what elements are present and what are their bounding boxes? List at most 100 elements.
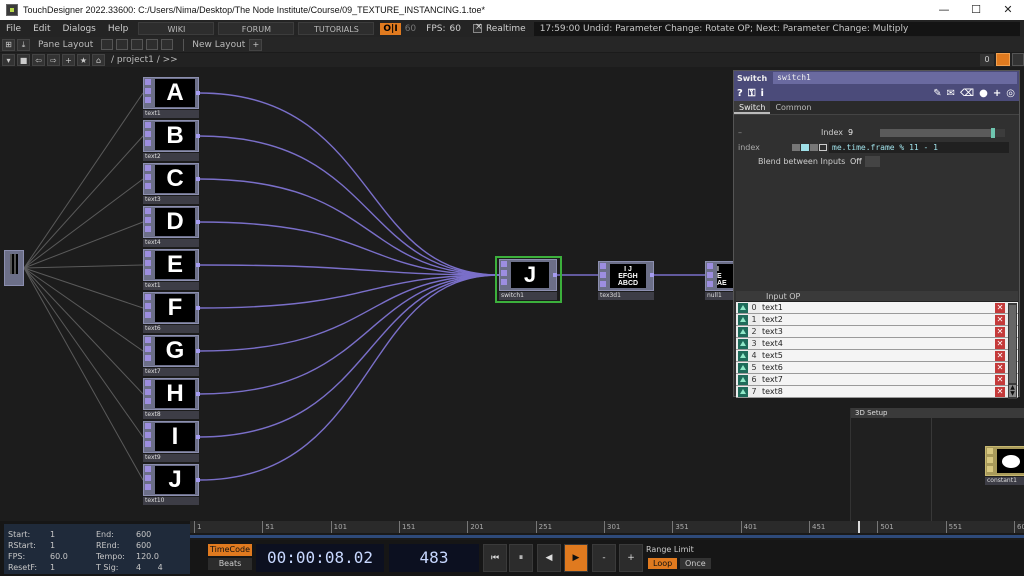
menu-dialogs[interactable]: Dialogs [57, 24, 102, 34]
wire[interactable] [198, 178, 500, 276]
comment-icon[interactable]: ✉ [947, 88, 955, 99]
input-op-field[interactable]: text8 [760, 386, 995, 397]
wire[interactable] [23, 178, 144, 269]
start-value[interactable]: 1 [50, 529, 68, 540]
delete-icon[interactable]: ✕ [995, 302, 1005, 313]
forward-icon[interactable]: ⇨ [47, 54, 60, 66]
timecode-display[interactable]: 00:00:08.02 [256, 544, 384, 572]
wire[interactable] [198, 135, 500, 276]
step-back-button[interactable]: - [592, 544, 616, 572]
grid-view-button[interactable] [1012, 53, 1024, 66]
layout-preset-3[interactable] [131, 39, 144, 50]
add-param-icon[interactable]: + [993, 88, 1001, 99]
tsig-denominator[interactable]: 4 [158, 563, 163, 572]
bookmark-icon[interactable]: ★ [77, 54, 90, 66]
output-connector[interactable] [196, 220, 200, 224]
input-op-field[interactable]: text3 [760, 326, 995, 337]
stop-icon[interactable]: ■ [17, 54, 30, 66]
perform-mode-button[interactable]: O|I [380, 22, 401, 35]
pane-type-icon[interactable]: ▾ [2, 54, 15, 66]
wire[interactable] [23, 264, 144, 269]
help-icon[interactable]: ? [737, 88, 743, 99]
move-up-icon[interactable] [738, 338, 748, 349]
tutorials-button[interactable]: TUTORIALS [298, 22, 375, 35]
delete-icon[interactable]: ✕ [995, 374, 1005, 385]
delete-icon[interactable]: ✕ [995, 314, 1005, 325]
playhead[interactable] [858, 521, 860, 533]
wire[interactable] [23, 267, 144, 352]
input-op-field[interactable]: text4 [760, 338, 995, 349]
wire[interactable] [23, 267, 144, 395]
wire[interactable] [198, 274, 500, 395]
input-op-row[interactable]: 6 text7 ✕ [736, 374, 1018, 386]
move-up-icon[interactable] [738, 302, 748, 313]
input-op-field[interactable]: text6 [760, 362, 995, 373]
menu-help[interactable]: Help [102, 24, 135, 34]
op-name-field[interactable]: switch1 [773, 72, 1017, 84]
clear-icon[interactable]: ⌫ [960, 88, 974, 99]
frame-display[interactable]: 483 [389, 544, 479, 572]
rstart-value[interactable]: 1 [50, 540, 68, 551]
input-list-scrollbar[interactable]: ▲ ▼ [1008, 303, 1017, 399]
network-view-button[interactable] [996, 53, 1010, 66]
expr-bind-icon[interactable] [810, 144, 818, 151]
output-connector[interactable] [196, 134, 200, 138]
fps-value[interactable]: 60.0 [50, 551, 68, 562]
expr-python-icon[interactable] [801, 144, 809, 151]
input-op-field[interactable]: text1 [760, 302, 995, 313]
wire[interactable] [23, 92, 144, 269]
delete-icon[interactable]: ✕ [995, 362, 1005, 373]
resetf-value[interactable]: 1 [50, 562, 68, 573]
input-op-row[interactable]: 2 text3 ✕ [736, 326, 1018, 338]
play-button[interactable]: ▶ [564, 544, 588, 572]
maximize-button[interactable]: ☐ [960, 0, 992, 20]
move-up-icon[interactable] [738, 374, 748, 385]
move-up-icon[interactable] [738, 362, 748, 373]
tsig-numerator[interactable]: 4 [136, 563, 141, 572]
tab-common[interactable]: Common [770, 101, 816, 114]
move-up-icon[interactable] [738, 350, 748, 361]
input-op-row[interactable]: 4 text5 ✕ [736, 350, 1018, 362]
skip-to-start-button[interactable]: ⏮ [483, 544, 507, 572]
info-icon[interactable]: i [760, 88, 763, 99]
scrollbar-thumb[interactable] [1009, 305, 1016, 383]
wire[interactable] [198, 92, 500, 276]
index-slider[interactable] [880, 128, 1005, 138]
once-button[interactable]: Once [680, 558, 711, 569]
python-icon[interactable]: ● [979, 88, 988, 99]
minimize-button[interactable]: — [928, 0, 960, 20]
output-connector[interactable] [196, 478, 200, 482]
input-op-field[interactable]: text5 [760, 350, 995, 361]
edit-icon[interactable]: ✎ [933, 88, 941, 99]
breadcrumb[interactable]: / project1 / >> [111, 55, 178, 65]
layout-preset-1[interactable] [101, 39, 114, 50]
index-value[interactable]: 9 [848, 128, 853, 137]
add-op-icon[interactable]: + [62, 54, 75, 66]
timecode-toggle[interactable]: TimeCode [208, 544, 252, 556]
blend-toggle[interactable] [865, 156, 880, 167]
step-forward-button[interactable]: + [619, 544, 643, 572]
wire[interactable] [23, 267, 144, 481]
pane-import-icon[interactable]: ⤓ [17, 38, 30, 51]
input-op-row[interactable]: 5 text6 ✕ [736, 362, 1018, 374]
forum-button[interactable]: FORUM [218, 22, 295, 35]
delete-icon[interactable]: ✕ [995, 326, 1005, 337]
wire[interactable] [23, 221, 144, 269]
expr-mode-icon[interactable] [792, 144, 800, 151]
python-help-icon[interactable]: ⚿ [748, 88, 756, 99]
wire[interactable] [23, 267, 144, 438]
output-connector[interactable] [196, 306, 200, 310]
move-up-icon[interactable] [738, 326, 748, 337]
wiki-button[interactable]: WIKI [138, 22, 215, 35]
tempo-value[interactable]: 120.0 [136, 551, 163, 562]
home-icon[interactable]: ⌂ [92, 54, 105, 66]
layout-preset-5[interactable] [161, 39, 174, 50]
range-bar[interactable] [190, 533, 1024, 540]
wire[interactable] [23, 267, 144, 309]
menu-edit[interactable]: Edit [27, 24, 56, 34]
input-op-row[interactable]: 7 text8 ✕ [736, 386, 1018, 398]
add-layout-button[interactable]: + [249, 38, 263, 51]
realtime-checkbox[interactable] [472, 22, 483, 33]
expr-export-icon[interactable] [819, 144, 827, 151]
beats-toggle[interactable]: Beats [208, 558, 252, 570]
